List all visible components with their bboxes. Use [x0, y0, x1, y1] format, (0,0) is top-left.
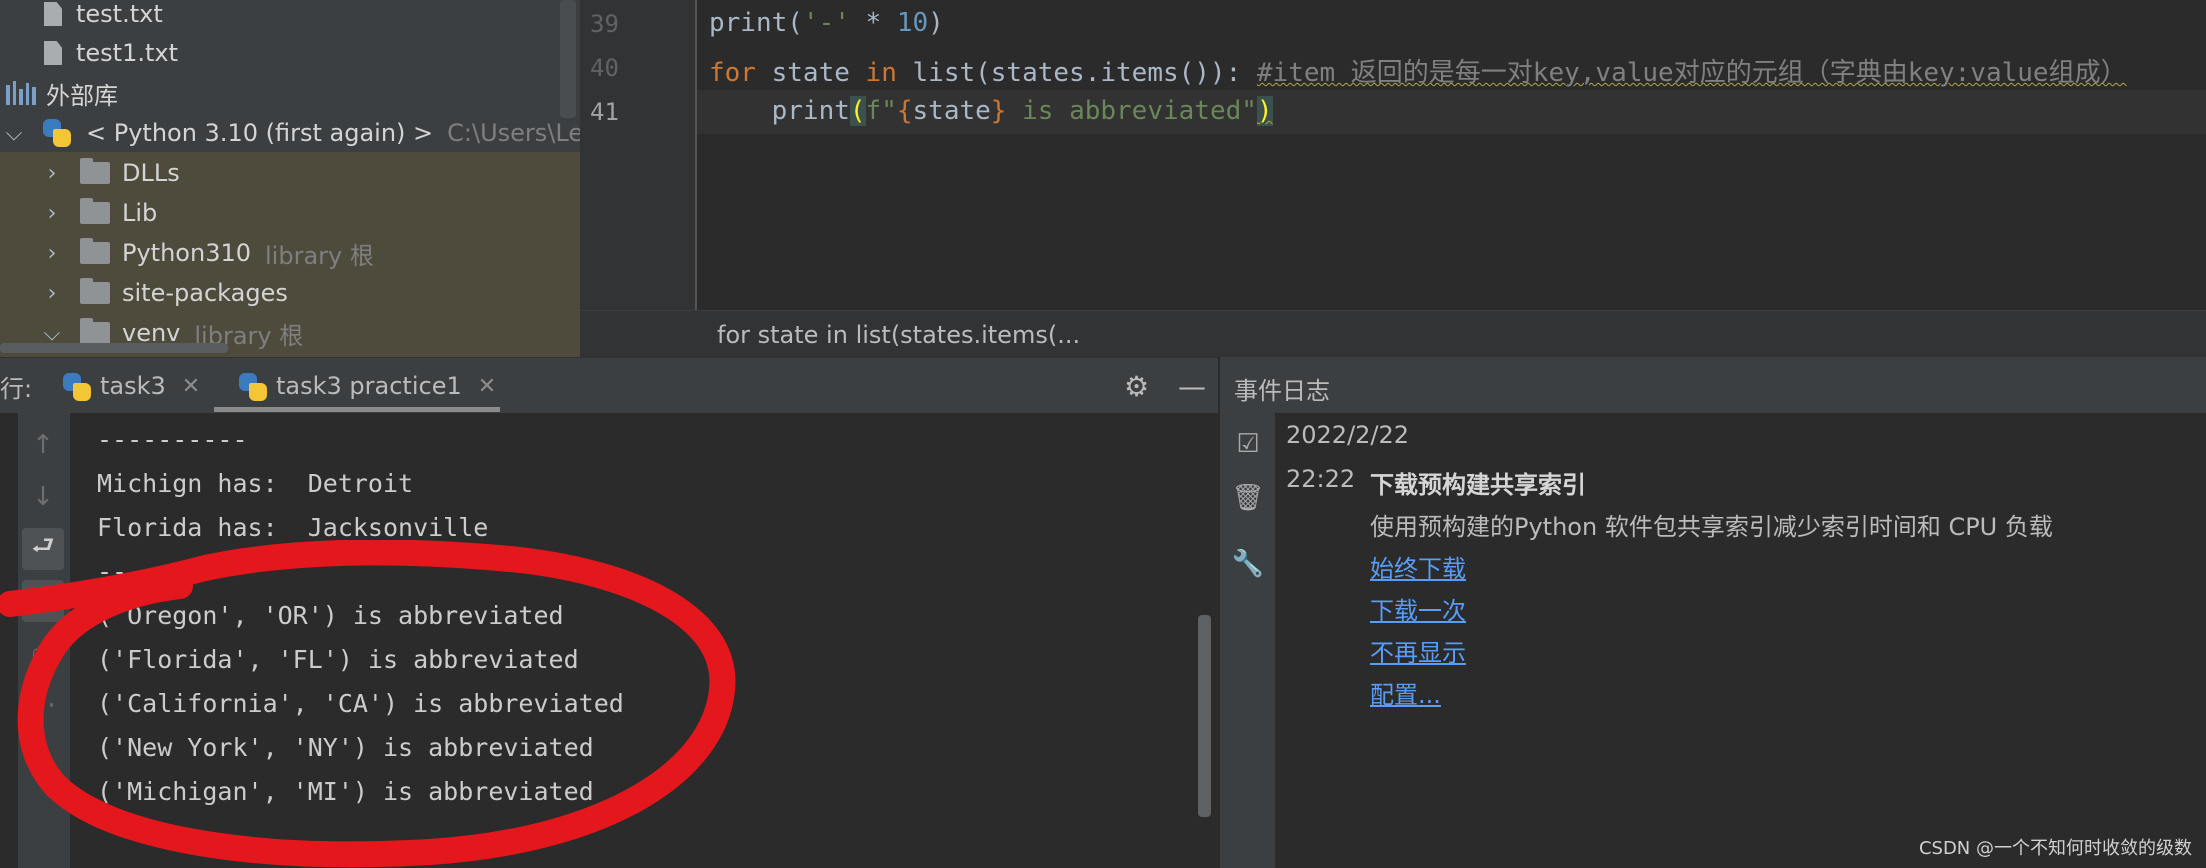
- tree-item-path: C:\Users\Lenov: [447, 119, 580, 147]
- python-icon: [238, 372, 267, 401]
- code-editor[interactable]: [580, 0, 2206, 310]
- tab-label: task3: [100, 372, 166, 400]
- tree-item-tag: library 根: [265, 241, 374, 270]
- event-log-header: 事件日志: [1218, 357, 2206, 413]
- code-line-39[interactable]: print('-' * 10): [709, 8, 944, 38]
- tree-item-lib[interactable]: › Lib: [42, 193, 157, 233]
- code-line-41[interactable]: print(f"{state} is abbreviated"): [709, 96, 1273, 126]
- console-line: ('New York', 'NY') is abbreviated: [97, 733, 594, 762]
- trash-icon[interactable]: 🗑: [1230, 480, 1266, 516]
- clear-icon[interactable]: ⋯: [22, 684, 64, 726]
- tab-task3[interactable]: task3 ✕: [62, 358, 200, 414]
- python-icon: [62, 372, 91, 401]
- minimize-icon[interactable]: —: [1178, 358, 1206, 414]
- arrow-up-icon[interactable]: ↑: [22, 424, 64, 466]
- console-line: ('Michigan', 'MI') is abbreviated: [97, 777, 594, 806]
- console-line: Michign has: Detroit: [97, 469, 414, 498]
- soft-wrap-icon[interactable]: ⮐: [22, 528, 64, 570]
- scroll-to-end-icon[interactable]: ⇣: [22, 580, 64, 622]
- python-icon: [42, 118, 72, 148]
- tree-item-label: 外部库: [46, 81, 118, 110]
- folder-icon: [80, 278, 110, 304]
- editor-gutter: [580, 0, 695, 310]
- tree-item-label: test1.txt: [76, 39, 179, 67]
- tree-horizontal-scrollbar[interactable]: [0, 343, 228, 353]
- close-icon[interactable]: ✕: [478, 374, 496, 399]
- chevron-right-icon[interactable]: ›: [42, 241, 62, 266]
- run-label-text: 行:: [0, 374, 33, 403]
- chevron-down-icon[interactable]: ⌵: [4, 121, 24, 146]
- tree-item-label: site-packages: [122, 279, 288, 307]
- configure-link[interactable]: 配置...: [1370, 675, 1441, 710]
- line-number: 39: [590, 10, 619, 38]
- tree-item-label: < Python 3.10 (first again) >: [86, 119, 434, 147]
- always-download-link[interactable]: 始终下载: [1370, 549, 1466, 584]
- folder-icon: [80, 318, 110, 344]
- tree-item-dlls[interactable]: › DLLs: [42, 153, 180, 193]
- console-line: ----------: [97, 425, 248, 454]
- mark-read-icon[interactable]: ☑: [1230, 426, 1266, 462]
- dont-show-again-link[interactable]: 不再显示: [1370, 633, 1466, 668]
- event-message: 使用预构建的Python 软件包共享索引减少索引时间和 CPU 负载: [1370, 513, 2053, 541]
- download-once-link[interactable]: 下载一次: [1370, 591, 1466, 626]
- print-icon[interactable]: ⎙: [22, 632, 64, 674]
- text-file-icon: [44, 2, 62, 26]
- event-log-title: 事件日志: [1234, 377, 1330, 405]
- wrench-icon[interactable]: 🔧: [1230, 546, 1266, 582]
- text-file-icon: [44, 41, 62, 65]
- tree-item-external-libraries[interactable]: 外部库: [6, 73, 118, 113]
- tree-item-python310[interactable]: › Python310 library 根: [42, 233, 374, 273]
- code-line-40[interactable]: for state in list(states.items()): #item…: [709, 52, 2127, 89]
- tree-item-label: Lib: [122, 199, 158, 227]
- tree-item-python-sdk[interactable]: ⌵ < Python 3.10 (first again) > C:\Users…: [4, 113, 580, 153]
- event-date: 2022/2/22: [1286, 421, 1410, 449]
- tree-item-label: Python310: [122, 239, 251, 267]
- chevron-down-icon[interactable]: ⌵: [42, 321, 62, 346]
- project-tree: test.txt test1.txt 外部库 ⌵ < Python 3.10 (…: [0, 0, 580, 357]
- line-number: 41: [590, 98, 619, 126]
- breadcrumb[interactable]: for state in list(states.items(...: [580, 310, 2206, 358]
- tab-label: task3 practice1: [276, 372, 462, 400]
- event-time: 22:22: [1286, 465, 1356, 493]
- folder-icon: [80, 238, 110, 264]
- gutter-divider: [695, 0, 697, 310]
- chevron-right-icon[interactable]: ›: [42, 201, 62, 226]
- gear-icon[interactable]: ⚙: [1124, 358, 1149, 414]
- run-tool-window-header: 行: task3 ✕ task3 practice1 ✕ ⚙ —: [0, 357, 1218, 414]
- tree-item-test1-txt[interactable]: test1.txt: [44, 33, 178, 73]
- breadcrumb-text[interactable]: for state in list(states.items(...: [717, 321, 1080, 349]
- tree-item-label: DLLs: [122, 159, 180, 187]
- tree-scrollbar[interactable]: [560, 0, 576, 118]
- console-line: ('Florida', 'FL') is abbreviated: [97, 645, 579, 674]
- event-heading: 下载预构建共享索引: [1370, 471, 1586, 499]
- tree-item-test-txt[interactable]: test.txt: [44, 0, 163, 34]
- close-icon[interactable]: ✕: [182, 374, 200, 399]
- active-tab-indicator: [214, 407, 500, 412]
- folder-icon: [80, 198, 110, 224]
- console-line: ('Oregon', 'OR') is abbreviated: [97, 601, 564, 630]
- run-label: 行:: [0, 358, 32, 414]
- console-line: --: [97, 557, 128, 586]
- tree-item-site-packages[interactable]: › site-packages: [42, 273, 288, 313]
- tab-task3-practice1[interactable]: task3 practice1 ✕: [238, 358, 496, 414]
- console-line: Florida has: Jacksonville: [97, 513, 489, 542]
- console-line: ('California', 'CA') is abbreviated: [97, 689, 624, 718]
- chevron-right-icon[interactable]: ›: [42, 281, 62, 306]
- tree-item-label: test.txt: [76, 0, 163, 28]
- csdn-watermark: CSDN @一个不知何时收敛的级数: [1918, 838, 2192, 859]
- line-number: 40: [590, 54, 619, 82]
- console-scrollbar[interactable]: [1198, 615, 1211, 817]
- folder-icon: [80, 158, 110, 184]
- arrow-down-icon[interactable]: ↓: [22, 476, 64, 518]
- chevron-right-icon[interactable]: ›: [42, 161, 62, 186]
- library-icon: [6, 81, 36, 105]
